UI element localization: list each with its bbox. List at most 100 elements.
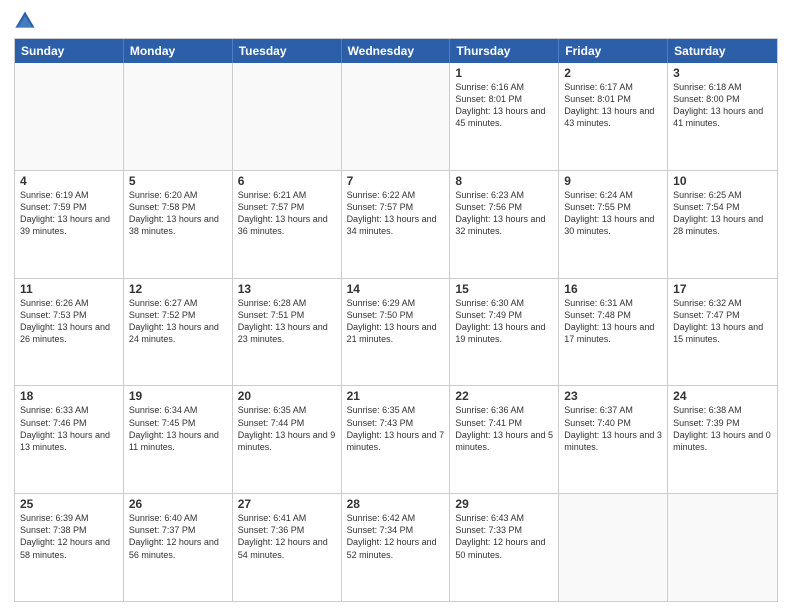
day-number: 17	[673, 282, 772, 296]
day-number: 8	[455, 174, 553, 188]
cal-cell: 4Sunrise: 6:19 AM Sunset: 7:59 PM Daylig…	[15, 171, 124, 278]
day-info: Sunrise: 6:30 AM Sunset: 7:49 PM Dayligh…	[455, 297, 553, 346]
cal-cell: 10Sunrise: 6:25 AM Sunset: 7:54 PM Dayli…	[668, 171, 777, 278]
cal-cell: 25Sunrise: 6:39 AM Sunset: 7:38 PM Dayli…	[15, 494, 124, 601]
day-info: Sunrise: 6:25 AM Sunset: 7:54 PM Dayligh…	[673, 189, 772, 238]
day-info: Sunrise: 6:43 AM Sunset: 7:33 PM Dayligh…	[455, 512, 553, 561]
cal-header-saturday: Saturday	[668, 39, 777, 63]
logo	[14, 10, 40, 32]
cal-cell: 17Sunrise: 6:32 AM Sunset: 7:47 PM Dayli…	[668, 279, 777, 386]
day-info: Sunrise: 6:35 AM Sunset: 7:44 PM Dayligh…	[238, 404, 336, 453]
day-info: Sunrise: 6:23 AM Sunset: 7:56 PM Dayligh…	[455, 189, 553, 238]
cal-cell: 23Sunrise: 6:37 AM Sunset: 7:40 PM Dayli…	[559, 386, 668, 493]
cal-cell: 12Sunrise: 6:27 AM Sunset: 7:52 PM Dayli…	[124, 279, 233, 386]
cal-row-1: 4Sunrise: 6:19 AM Sunset: 7:59 PM Daylig…	[15, 170, 777, 278]
day-info: Sunrise: 6:16 AM Sunset: 8:01 PM Dayligh…	[455, 81, 553, 130]
day-number: 6	[238, 174, 336, 188]
cal-cell	[342, 63, 451, 170]
day-info: Sunrise: 6:37 AM Sunset: 7:40 PM Dayligh…	[564, 404, 662, 453]
day-number: 28	[347, 497, 445, 511]
day-number: 27	[238, 497, 336, 511]
cal-cell: 9Sunrise: 6:24 AM Sunset: 7:55 PM Daylig…	[559, 171, 668, 278]
cal-cell: 28Sunrise: 6:42 AM Sunset: 7:34 PM Dayli…	[342, 494, 451, 601]
cal-cell: 14Sunrise: 6:29 AM Sunset: 7:50 PM Dayli…	[342, 279, 451, 386]
day-info: Sunrise: 6:31 AM Sunset: 7:48 PM Dayligh…	[564, 297, 662, 346]
cal-cell: 21Sunrise: 6:35 AM Sunset: 7:43 PM Dayli…	[342, 386, 451, 493]
cal-header-friday: Friday	[559, 39, 668, 63]
logo-icon	[14, 10, 36, 32]
day-number: 22	[455, 389, 553, 403]
day-info: Sunrise: 6:20 AM Sunset: 7:58 PM Dayligh…	[129, 189, 227, 238]
day-info: Sunrise: 6:19 AM Sunset: 7:59 PM Dayligh…	[20, 189, 118, 238]
cal-cell: 19Sunrise: 6:34 AM Sunset: 7:45 PM Dayli…	[124, 386, 233, 493]
header	[14, 10, 778, 32]
day-info: Sunrise: 6:40 AM Sunset: 7:37 PM Dayligh…	[129, 512, 227, 561]
day-info: Sunrise: 6:18 AM Sunset: 8:00 PM Dayligh…	[673, 81, 772, 130]
day-number: 18	[20, 389, 118, 403]
day-info: Sunrise: 6:24 AM Sunset: 7:55 PM Dayligh…	[564, 189, 662, 238]
calendar-header-row: SundayMondayTuesdayWednesdayThursdayFrid…	[15, 39, 777, 63]
day-number: 26	[129, 497, 227, 511]
day-number: 4	[20, 174, 118, 188]
day-number: 15	[455, 282, 553, 296]
cal-row-0: 1Sunrise: 6:16 AM Sunset: 8:01 PM Daylig…	[15, 63, 777, 170]
calendar-body: 1Sunrise: 6:16 AM Sunset: 8:01 PM Daylig…	[15, 63, 777, 601]
calendar: SundayMondayTuesdayWednesdayThursdayFrid…	[14, 38, 778, 602]
day-info: Sunrise: 6:41 AM Sunset: 7:36 PM Dayligh…	[238, 512, 336, 561]
cal-cell: 7Sunrise: 6:22 AM Sunset: 7:57 PM Daylig…	[342, 171, 451, 278]
day-number: 23	[564, 389, 662, 403]
day-info: Sunrise: 6:22 AM Sunset: 7:57 PM Dayligh…	[347, 189, 445, 238]
day-number: 16	[564, 282, 662, 296]
day-info: Sunrise: 6:33 AM Sunset: 7:46 PM Dayligh…	[20, 404, 118, 453]
day-number: 13	[238, 282, 336, 296]
cal-header-wednesday: Wednesday	[342, 39, 451, 63]
day-info: Sunrise: 6:34 AM Sunset: 7:45 PM Dayligh…	[129, 404, 227, 453]
day-info: Sunrise: 6:36 AM Sunset: 7:41 PM Dayligh…	[455, 404, 553, 453]
cal-cell	[559, 494, 668, 601]
cal-cell: 29Sunrise: 6:43 AM Sunset: 7:33 PM Dayli…	[450, 494, 559, 601]
cal-row-4: 25Sunrise: 6:39 AM Sunset: 7:38 PM Dayli…	[15, 493, 777, 601]
day-info: Sunrise: 6:38 AM Sunset: 7:39 PM Dayligh…	[673, 404, 772, 453]
day-info: Sunrise: 6:28 AM Sunset: 7:51 PM Dayligh…	[238, 297, 336, 346]
day-info: Sunrise: 6:27 AM Sunset: 7:52 PM Dayligh…	[129, 297, 227, 346]
page: SundayMondayTuesdayWednesdayThursdayFrid…	[0, 0, 792, 612]
day-number: 3	[673, 66, 772, 80]
cal-cell: 26Sunrise: 6:40 AM Sunset: 7:37 PM Dayli…	[124, 494, 233, 601]
day-info: Sunrise: 6:21 AM Sunset: 7:57 PM Dayligh…	[238, 189, 336, 238]
cal-cell: 1Sunrise: 6:16 AM Sunset: 8:01 PM Daylig…	[450, 63, 559, 170]
day-info: Sunrise: 6:35 AM Sunset: 7:43 PM Dayligh…	[347, 404, 445, 453]
cal-cell: 3Sunrise: 6:18 AM Sunset: 8:00 PM Daylig…	[668, 63, 777, 170]
cal-header-thursday: Thursday	[450, 39, 559, 63]
cal-cell: 18Sunrise: 6:33 AM Sunset: 7:46 PM Dayli…	[15, 386, 124, 493]
day-number: 12	[129, 282, 227, 296]
cal-header-sunday: Sunday	[15, 39, 124, 63]
cal-cell: 5Sunrise: 6:20 AM Sunset: 7:58 PM Daylig…	[124, 171, 233, 278]
day-number: 29	[455, 497, 553, 511]
day-number: 24	[673, 389, 772, 403]
day-number: 19	[129, 389, 227, 403]
cal-cell	[668, 494, 777, 601]
day-number: 1	[455, 66, 553, 80]
day-info: Sunrise: 6:32 AM Sunset: 7:47 PM Dayligh…	[673, 297, 772, 346]
day-number: 25	[20, 497, 118, 511]
cal-header-monday: Monday	[124, 39, 233, 63]
day-number: 21	[347, 389, 445, 403]
cal-cell: 2Sunrise: 6:17 AM Sunset: 8:01 PM Daylig…	[559, 63, 668, 170]
day-info: Sunrise: 6:26 AM Sunset: 7:53 PM Dayligh…	[20, 297, 118, 346]
day-number: 2	[564, 66, 662, 80]
day-info: Sunrise: 6:39 AM Sunset: 7:38 PM Dayligh…	[20, 512, 118, 561]
cal-cell	[15, 63, 124, 170]
day-number: 7	[347, 174, 445, 188]
day-info: Sunrise: 6:29 AM Sunset: 7:50 PM Dayligh…	[347, 297, 445, 346]
cal-row-2: 11Sunrise: 6:26 AM Sunset: 7:53 PM Dayli…	[15, 278, 777, 386]
cal-cell: 27Sunrise: 6:41 AM Sunset: 7:36 PM Dayli…	[233, 494, 342, 601]
day-number: 9	[564, 174, 662, 188]
cal-cell: 22Sunrise: 6:36 AM Sunset: 7:41 PM Dayli…	[450, 386, 559, 493]
cal-header-tuesday: Tuesday	[233, 39, 342, 63]
cal-cell	[124, 63, 233, 170]
cal-cell: 20Sunrise: 6:35 AM Sunset: 7:44 PM Dayli…	[233, 386, 342, 493]
cal-cell: 24Sunrise: 6:38 AM Sunset: 7:39 PM Dayli…	[668, 386, 777, 493]
cal-cell: 8Sunrise: 6:23 AM Sunset: 7:56 PM Daylig…	[450, 171, 559, 278]
cal-cell	[233, 63, 342, 170]
day-number: 14	[347, 282, 445, 296]
